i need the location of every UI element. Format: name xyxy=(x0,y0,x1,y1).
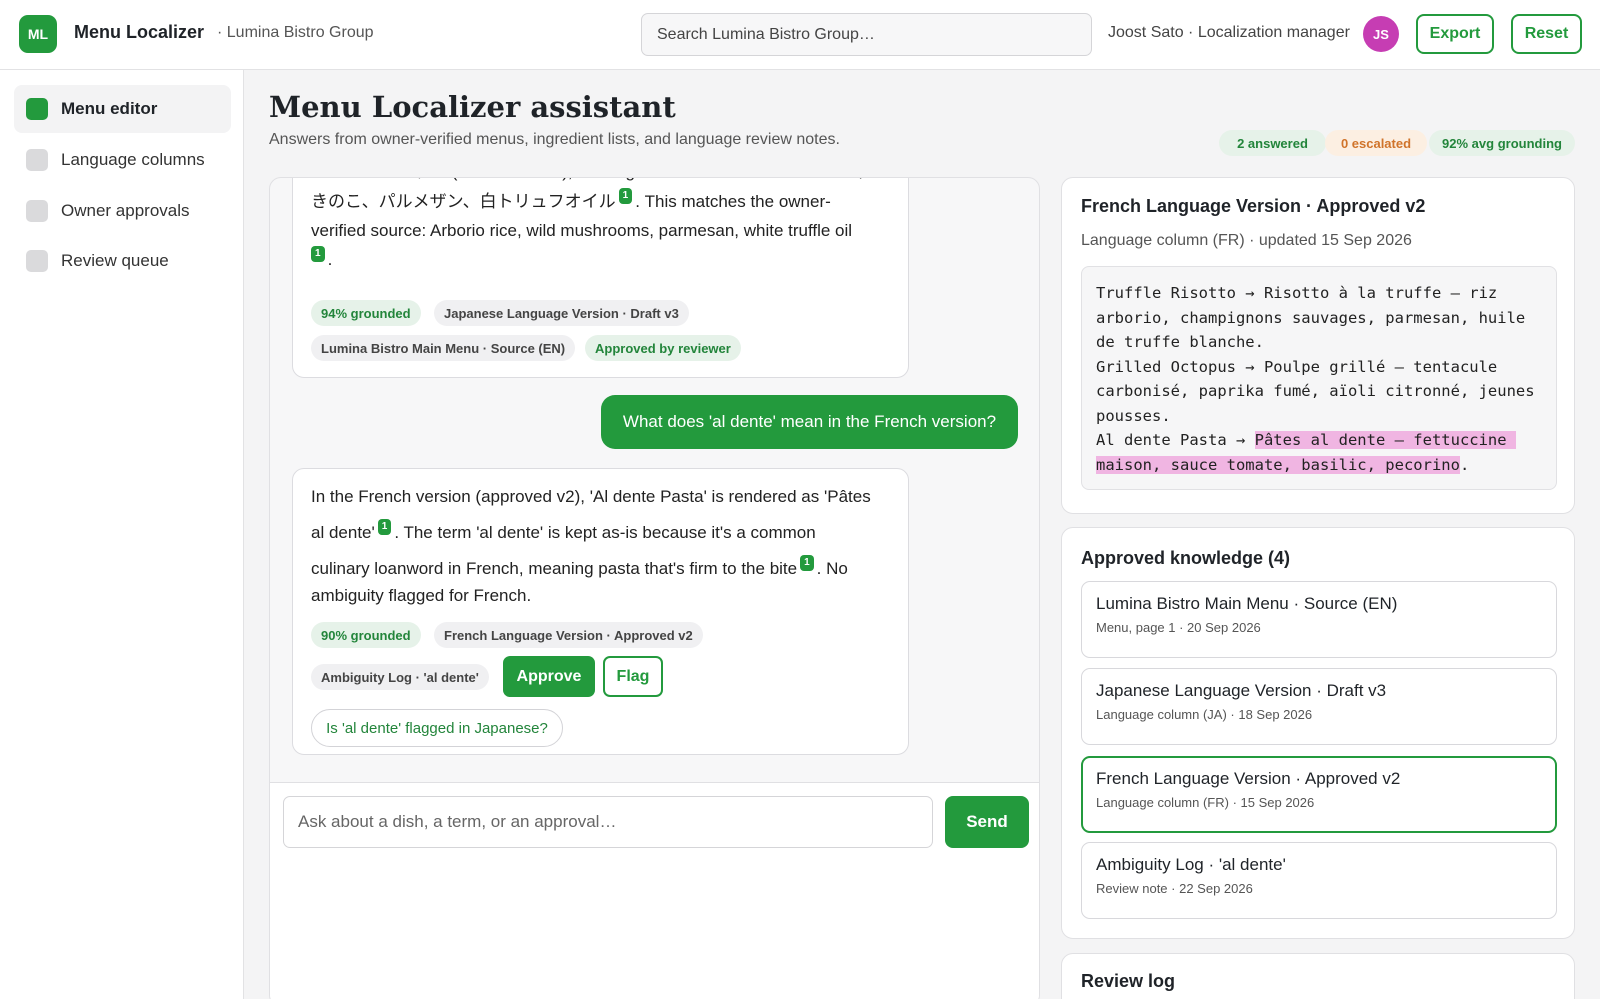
message-line: . This matches the owner- xyxy=(635,192,831,211)
sidebar: Menu editor Language columns Owner appro… xyxy=(0,70,244,999)
knowledge-item-title: Japanese Language Version · Draft v3 xyxy=(1096,681,1387,700)
avatar[interactable]: JS xyxy=(1363,16,1399,52)
knowledge-item[interactable]: Lumina Bistro Main Menu · Source (EN) Me… xyxy=(1081,581,1557,658)
nav-square-icon xyxy=(26,98,48,120)
citation-badge[interactable]: 1 xyxy=(377,519,392,535)
app-logo: ML xyxy=(19,15,57,53)
grounding-tag: 90% grounded xyxy=(311,622,421,648)
message-line: al dente' xyxy=(311,523,375,542)
knowledge-item-meta: Menu, page 1 · 20 Sep 2026 xyxy=(1096,620,1261,635)
knowledge-item[interactable]: Japanese Language Version · Draft v3 Lan… xyxy=(1081,668,1557,745)
search-input[interactable] xyxy=(641,13,1092,56)
user-label: Joost Sato · Localization manager xyxy=(1108,24,1350,41)
preview-title: French Language Version · Approved v2 xyxy=(1081,196,1426,216)
source-tag[interactable]: Lumina Bistro Main Menu · Source (EN) xyxy=(311,335,576,361)
source-tag[interactable]: French Language Version · Approved v2 xyxy=(434,622,703,648)
message-line: . The term 'al dente' is kept as-is beca… xyxy=(394,523,816,542)
approved-knowledge-panel: Approved knowledge (4) Lumina Bistro Mai… xyxy=(1061,527,1575,939)
nav-square-icon xyxy=(26,149,48,171)
sidebar-item-label: Menu editor xyxy=(61,99,158,118)
page-title: Menu Localizer assistant xyxy=(269,90,676,124)
source-tag[interactable]: Japanese Language Version · Draft v3 xyxy=(434,300,689,326)
flag-button[interactable]: Flag xyxy=(603,656,663,697)
sidebar-item-label: Owner approvals xyxy=(61,201,190,220)
source-tag[interactable]: Ambiguity Log · 'al dente' xyxy=(311,664,489,690)
excerpt-text: Truffle Risotto → Risotto à la truffe — … xyxy=(1096,284,1535,449)
approval-status-tag: Approved by reviewer xyxy=(585,335,741,361)
sidebar-item-menu-editor[interactable]: Menu editor xyxy=(14,85,231,133)
sidebar-item-label: Review queue xyxy=(61,251,169,270)
knowledge-item[interactable]: Ambiguity Log · 'al dente' Review note ·… xyxy=(1081,842,1557,919)
knowledge-item-selected[interactable]: French Language Version · Approved v2 La… xyxy=(1081,756,1557,833)
chat-input[interactable] xyxy=(283,796,933,848)
suggested-question-chip[interactable]: Is 'al dente' flagged in Japanese? xyxy=(311,709,563,747)
knowledge-title: Approved knowledge (4) xyxy=(1081,548,1291,568)
nav-square-icon xyxy=(26,250,48,272)
source-preview-panel: French Language Version · Approved v2 La… xyxy=(1061,177,1575,514)
source-excerpt: Truffle Risotto → Risotto à la truffe — … xyxy=(1081,266,1557,490)
knowledge-item-meta: Language column (FR) · 15 Sep 2026 xyxy=(1096,795,1315,810)
assistant-message: In the French version (approved v2), 'Al… xyxy=(292,468,909,755)
sidebar-item-review-queue[interactable]: Review queue xyxy=(14,237,231,285)
preview-subtitle: Language column (FR) · updated 15 Sep 20… xyxy=(1081,232,1412,249)
app-name: Menu Localizer xyxy=(74,22,205,42)
message-line: . No xyxy=(816,559,848,578)
send-button[interactable]: Send xyxy=(945,796,1029,848)
reset-button[interactable]: Reset xyxy=(1511,14,1582,54)
knowledge-item-title: Ambiguity Log · 'al dente' xyxy=(1096,855,1286,874)
review-log-title: Review log xyxy=(1081,971,1176,991)
chat-panel: トリュフリゾット (Truffle Risotto), with ingredi… xyxy=(269,177,1040,999)
knowledge-item-meta: Language column (JA) · 18 Sep 2026 xyxy=(1096,707,1313,722)
message-text-partial: トリュフリゾット (Truffle Risotto), with ingredi… xyxy=(311,178,901,186)
nav-square-icon xyxy=(26,200,48,222)
chat-composer: Send xyxy=(270,782,1039,999)
knowledge-item-meta: Review note · 22 Sep 2026 xyxy=(1096,881,1253,896)
knowledge-item-title: Lumina Bistro Main Menu · Source (EN) xyxy=(1096,594,1398,613)
citation-badge[interactable]: 1 xyxy=(618,188,633,204)
message-line: . xyxy=(327,250,333,269)
message-line: In the French version (approved v2), 'Al… xyxy=(311,487,871,506)
page-subtitle: Answers from owner-verified menus, ingre… xyxy=(269,131,840,148)
approve-button[interactable]: Approve xyxy=(503,656,595,697)
stat-escalated-badge: 0 escalated xyxy=(1325,130,1427,156)
sidebar-item-label: Language columns xyxy=(61,150,205,169)
stat-answered-badge: 2 answered xyxy=(1219,130,1326,156)
citation-badge[interactable]: 1 xyxy=(311,246,325,262)
stat-grounding-badge: 92% avg grounding xyxy=(1429,130,1575,156)
message-text: In the French version (approved v2), 'Al… xyxy=(311,479,901,587)
message-line: きのこ、パルメザン、白トリュフオイル xyxy=(311,192,616,211)
sidebar-item-owner-approvals[interactable]: Owner approvals xyxy=(14,187,231,235)
message-text: きのこ、パルメザン、白トリュフオイル 1. This matches the ow… xyxy=(311,187,901,274)
grounding-tag: 94% grounded xyxy=(311,300,421,326)
org-name: · Lumina Bistro Group xyxy=(217,24,374,41)
message-line: culinary loanword in French, meaning pas… xyxy=(311,559,798,578)
user-message: What does 'al dente' mean in the French … xyxy=(601,395,1018,449)
review-log-panel: Review log xyxy=(1061,953,1575,999)
sidebar-item-language-columns[interactable]: Language columns xyxy=(14,136,231,184)
excerpt-text: . xyxy=(1459,455,1470,474)
message-line: ambiguity flagged for French. xyxy=(311,586,532,605)
citation-badge[interactable]: 1 xyxy=(800,555,814,571)
assistant-message: トリュフリゾット (Truffle Risotto), with ingredi… xyxy=(292,178,909,378)
message-line: verified source: Arborio rice, wild mush… xyxy=(311,221,853,240)
top-bar: ML Menu Localizer · Lumina Bistro Group … xyxy=(0,0,1600,70)
export-button[interactable]: Export xyxy=(1416,14,1494,54)
knowledge-item-title: French Language Version · Approved v2 xyxy=(1096,769,1401,788)
